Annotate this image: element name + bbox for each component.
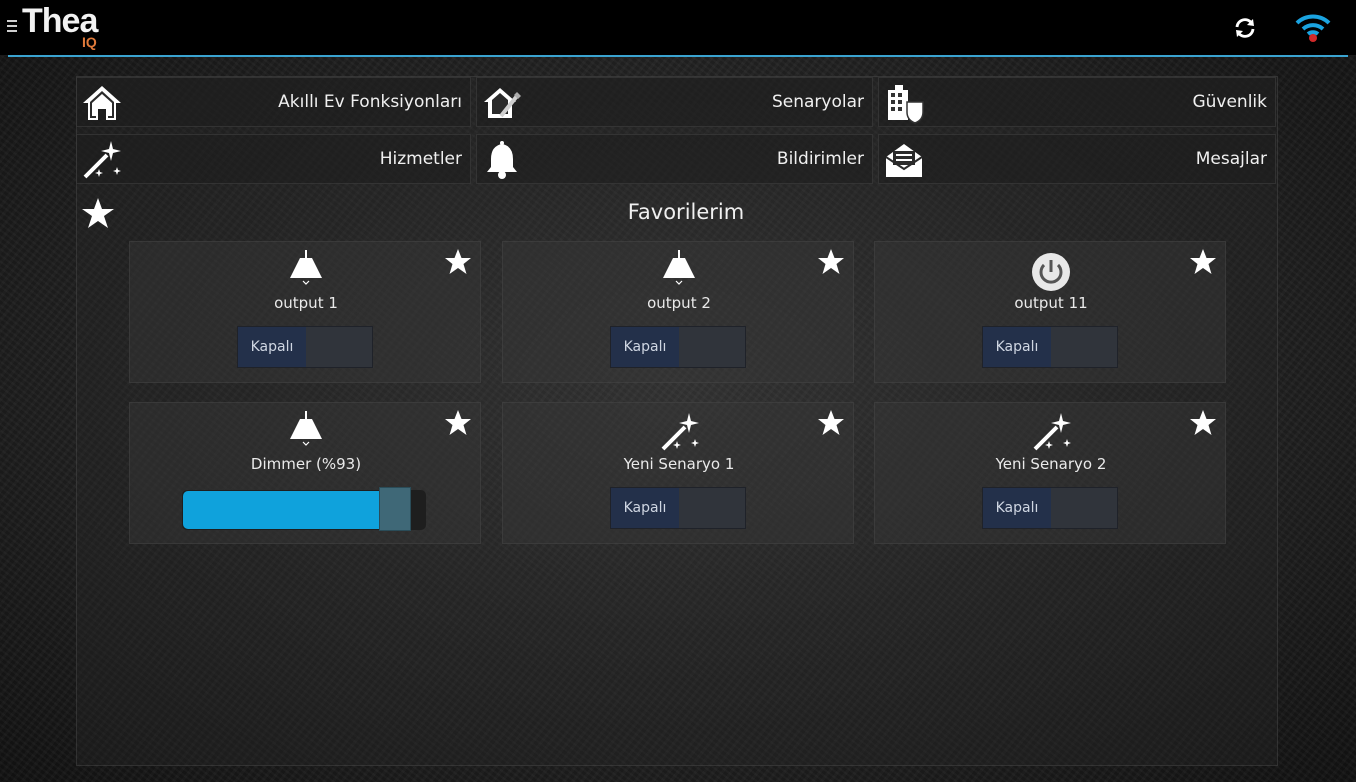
star-icon[interactable] [817,248,845,276]
logo-sub: IQ [82,34,97,50]
scenario-name: Yeni Senaryo 1 [623,455,735,473]
magic-wand-icon [1033,413,1071,451]
header-divider [8,55,1348,57]
power-toggle[interactable]: Kapalı [237,326,373,368]
toggle-state-label: Kapalı [238,327,306,367]
nav-label: Mesajlar [1195,149,1267,169]
power-toggle[interactable]: Kapalı [982,326,1118,368]
slider-fill [183,491,384,529]
scenario-toggle[interactable]: Kapalı [610,487,746,529]
device-name: output 1 [274,294,338,312]
device-name: Dimmer (%93) [250,455,362,473]
nav-label: Bildirimler [776,149,864,169]
scenario-name: Yeni Senaryo 2 [995,455,1107,473]
nav-security[interactable]: Güvenlik [878,77,1276,127]
device-name: output 2 [647,294,711,312]
toggle-knob [1051,327,1117,367]
scenario-toggle[interactable]: Kapalı [982,487,1118,529]
star-icon[interactable] [1189,248,1217,276]
favorites-title: Favorilerim [627,200,745,224]
power-icon [1032,253,1070,291]
app-logo: Thea IQ [22,2,112,52]
dimmer-slider[interactable] [182,485,428,531]
device-name: output 11 [1014,294,1088,312]
favorite-card-output-2: output 2 Kapalı [502,241,854,383]
toggle-state-label: Kapalı [983,327,1051,367]
house-icon [83,86,121,120]
bell-icon [487,141,517,179]
wifi-icon[interactable] [1294,12,1332,44]
toggle-state-label: Kapalı [611,488,679,528]
nav-label: Güvenlik [1192,92,1267,112]
favorite-card-dimmer: Dimmer (%93) [129,402,481,544]
star-icon[interactable] [1189,409,1217,437]
nav-label: Senaryolar [771,92,864,112]
favorite-card-output-1: output 1 Kapalı [129,241,481,383]
toggle-knob [306,327,372,367]
star-icon[interactable] [444,409,472,437]
nav-notifications[interactable]: Bildirimler [476,134,873,184]
lamp-icon [290,250,322,285]
nav-label: Akıllı Ev Fonksiyonları [278,92,462,112]
favorite-card-output-11: output 11 Kapalı [874,241,1226,383]
house-edit-icon [484,88,521,118]
star-icon[interactable] [444,248,472,276]
favorite-card-scenario-1: Yeni Senaryo 1 Kapalı [502,402,854,544]
toggle-state-label: Kapalı [611,327,679,367]
toggle-knob [679,327,745,367]
lamp-icon [290,411,322,446]
magic-wand-icon [83,141,121,179]
power-toggle[interactable]: Kapalı [610,326,746,368]
nav-messages[interactable]: Mesajlar [878,134,1276,184]
star-icon[interactable] [817,409,845,437]
nav-scenarios[interactable]: Senaryolar [476,77,873,127]
toggle-knob [679,488,745,528]
magic-wand-icon [661,413,699,451]
toggle-knob [1051,488,1117,528]
lamp-icon [663,250,695,285]
toggle-state-label: Kapalı [983,488,1051,528]
envelope-icon [885,144,923,177]
building-shield-icon [888,85,924,124]
slider-thumb[interactable] [379,487,411,531]
nav-smart-home[interactable]: Akıllı Ev Fonksiyonları [76,77,471,127]
refresh-icon[interactable] [1233,16,1257,40]
star-icon [82,198,114,228]
top-bar: Thea IQ [0,0,1356,55]
nav-label: Hizmetler [379,149,462,169]
nav-services[interactable]: Hizmetler [76,134,471,184]
hamburger-icon[interactable] [7,20,17,36]
favorite-card-scenario-2: Yeni Senaryo 2 Kapalı [874,402,1226,544]
